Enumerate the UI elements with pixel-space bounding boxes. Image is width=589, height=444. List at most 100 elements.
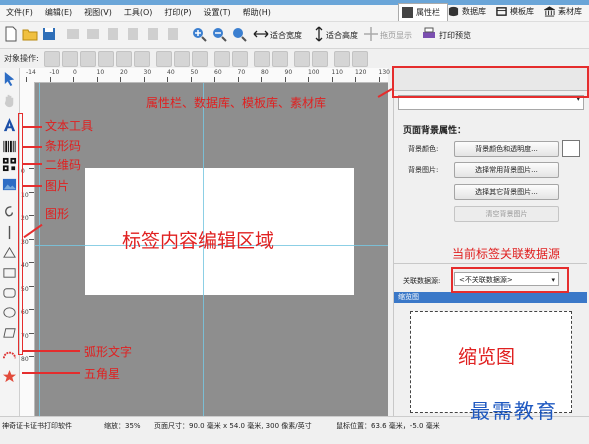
distribute-h-icon[interactable] [214,51,230,67]
unlock-icon[interactable] [352,51,368,67]
ruler-number: -10 [49,69,60,76]
redo-icon[interactable] [84,25,102,43]
ruler-number: 0 [73,69,77,76]
fit-width-icon[interactable] [252,25,270,43]
main-toolbar: 适合宽度 适合高度 拖页显示 打印预览 [0,22,589,49]
image-tool-icon[interactable] [1,176,18,193]
ruler-tick [308,77,309,82]
rectangle-icon[interactable] [1,264,18,281]
ruler-tick [49,77,51,82]
lock-icon[interactable] [334,51,350,67]
divider [394,263,587,264]
ruler-number: 10 [96,69,105,76]
text-tool-icon[interactable] [1,116,18,133]
distribute-v-icon[interactable] [232,51,248,67]
tab-database[interactable]: 数据库 [448,3,486,20]
delete-icon[interactable] [164,25,182,43]
print-preview-icon[interactable] [420,25,438,43]
other-bg-button[interactable]: 选择其它背景图片... [454,184,559,200]
select-arrow-icon[interactable] [1,70,18,87]
star-icon[interactable] [1,368,18,385]
annotation-text-tool: 文本工具 [45,119,94,133]
ruler-tick [143,77,145,82]
annotation-arrow [22,372,80,374]
tab-materials[interactable]: 素材库 [544,3,582,20]
copy-icon[interactable] [124,25,142,43]
menu-file[interactable]: 文件(F) [0,5,39,21]
clear-bg-button[interactable]: 清空背景图片 [454,206,559,222]
align-middle-icon[interactable] [116,51,132,67]
same-width-icon[interactable] [156,51,172,67]
same-height-icon[interactable] [174,51,190,67]
barcode-icon[interactable] [1,138,18,155]
ungroup-icon[interactable] [312,51,328,67]
tab-templates-label: 模板库 [510,7,534,16]
ruler-number: 20 [120,69,128,76]
tab-properties-label: 属性栏 [416,8,440,17]
align-center-icon[interactable] [62,51,78,67]
ruler-number: 40 [167,69,175,76]
hand-icon[interactable] [1,92,18,109]
cut-icon[interactable] [104,25,122,43]
same-size-icon[interactable] [192,51,208,67]
align-right-icon[interactable] [80,51,96,67]
ruler-tick [29,356,34,357]
drag-page-icon[interactable] [362,25,380,43]
curve-icon[interactable] [1,203,18,220]
bg-color-swatch[interactable] [562,140,580,157]
tab-templates[interactable]: 模板库 [496,3,534,20]
group-icon[interactable] [294,51,310,67]
new-file-icon[interactable] [2,25,20,43]
common-bg-button[interactable]: 选择常用背景图片... [454,162,559,178]
ruler-tick [29,215,34,216]
ellipse-icon[interactable] [1,304,18,321]
send-back-icon[interactable] [272,51,288,67]
ruler-number: 130 [378,69,390,76]
menu-settings[interactable]: 设置(T) [197,5,236,21]
zoom-out-icon[interactable] [210,25,228,43]
ruler-tick [261,77,262,82]
status-app: 神奇证卡证书打印软件 [2,422,72,430]
zoom-in-icon[interactable] [190,25,208,43]
arc-text-icon[interactable] [1,346,18,363]
ruler-number: 80 [21,356,29,363]
drag-display-label[interactable]: 拖页显示 [380,30,412,41]
menu-view[interactable]: 视图(V) [78,5,118,21]
parallelogram-icon[interactable] [1,324,18,341]
paste-icon[interactable] [144,25,162,43]
menu-print[interactable]: 打印(P) [158,5,197,21]
triangle-icon[interactable] [1,244,18,261]
ruler-tick [237,77,239,82]
ruler-tick [29,191,34,193]
menu-tools[interactable]: 工具(O) [118,5,159,21]
save-icon[interactable] [40,25,58,43]
menu-edit[interactable]: 编辑(E) [39,5,78,21]
print-preview-label[interactable]: 打印预览 [439,30,471,41]
undo-icon[interactable] [64,25,82,43]
tab-properties[interactable]: 属性栏 [398,3,448,21]
line-icon[interactable] [1,224,18,241]
open-folder-icon[interactable] [21,25,39,43]
align-left-icon[interactable] [44,51,60,67]
annotation-edit-area: 标签内容编辑区域 [122,230,275,252]
menu-help[interactable]: 帮助(H) [237,5,277,21]
annotation-arrow [22,126,42,128]
bg-color-button[interactable]: 背景颜色和透明度... [454,141,559,157]
fit-height-label[interactable]: 适合高度 [326,30,358,41]
align-bottom-icon[interactable] [134,51,150,67]
ruler-tick [29,238,34,240]
status-mouse: 鼠标位置：63.6 毫米，-5.0 毫米 [336,422,440,430]
status-page-size: 页面尺寸：90.0 毫米 x 54.0 毫米, 300 像素/英寸 [154,422,312,430]
ruler-tick [29,285,34,287]
bring-front-icon[interactable] [254,51,270,67]
fit-width-label[interactable]: 适合宽度 [270,30,302,41]
ruler-tick [29,332,34,334]
zoom-actual-icon[interactable] [230,25,248,43]
ruler-tick [355,77,356,82]
material-icon [544,6,555,17]
ruler-tick [190,77,192,82]
rounded-rect-icon[interactable] [1,284,18,301]
ruler-tick [120,77,121,82]
align-top-icon[interactable] [98,51,114,67]
qrcode-icon[interactable] [1,156,18,173]
